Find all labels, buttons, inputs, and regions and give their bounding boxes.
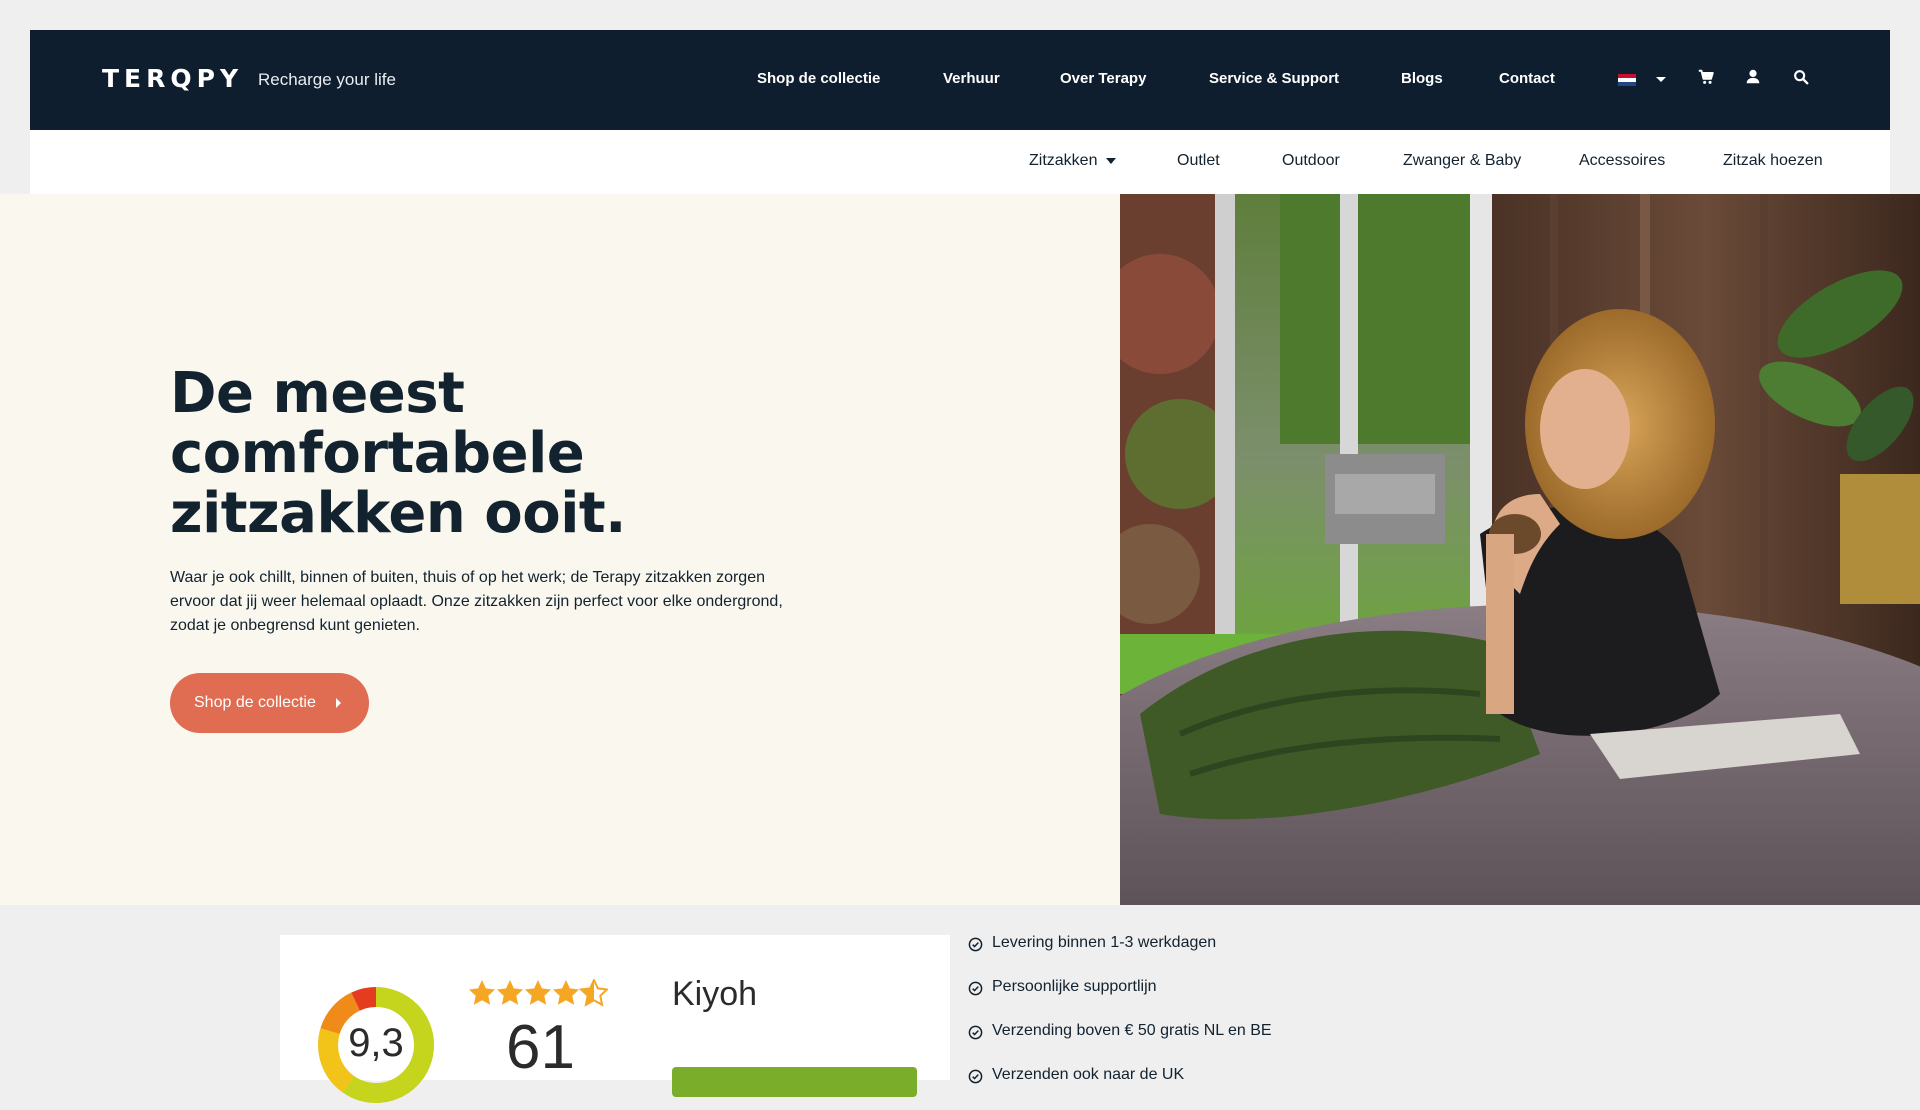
star-icon <box>497 980 523 1005</box>
arrow-right-icon <box>335 698 341 708</box>
check-circle-icon <box>968 1069 983 1084</box>
star-rating <box>469 979 608 1007</box>
usp-text: Levering binnen 1-3 werkdagen <box>992 934 1217 951</box>
subnav-zitzakken[interactable]: Zitzakken <box>1029 152 1117 170</box>
usp-item: Persoonlijke supportlijn <box>968 978 1272 1022</box>
usp-item: Verzenden ook naar de UK <box>968 1066 1272 1110</box>
subnav-accessoires[interactable]: Accessoires <box>1579 152 1665 170</box>
check-circle-icon <box>968 937 983 952</box>
review-action-button[interactable] <box>672 1067 917 1097</box>
chevron-down-icon <box>1106 157 1117 164</box>
check-circle-icon <box>968 1025 983 1040</box>
shop-collection-button[interactable]: Shop de collectie <box>170 673 369 733</box>
language-dropdown-caret-icon[interactable] <box>1656 77 1666 82</box>
search-icon[interactable] <box>1792 68 1810 86</box>
subnav-zwanger-baby[interactable]: Zwanger & Baby <box>1403 152 1521 170</box>
rating-score: 9,3 <box>348 1021 404 1065</box>
hero-description: Waar je ook chillt, binnen of buiten, th… <box>170 569 783 634</box>
half-star-icon <box>578 979 608 1007</box>
subnav-outdoor[interactable]: Outdoor <box>1282 152 1340 170</box>
usp-item: Verzending boven € 50 gratis NL en BE <box>968 1022 1272 1066</box>
language-flag-nl-icon[interactable] <box>1618 74 1636 86</box>
usp-text: Verzenden ook naar de UK <box>992 1066 1185 1083</box>
top-navigation-bar: TERQPY Recharge your life Shop de collec… <box>30 30 1890 130</box>
review-provider-name: Kiyoh <box>672 975 758 1013</box>
hero-title: De meest comfortabele zitzakken ooit. <box>170 361 626 546</box>
nav-verhuur[interactable]: Verhuur <box>943 70 1000 87</box>
nav-contact[interactable]: Contact <box>1499 70 1555 87</box>
kiyoh-review-widget[interactable]: 9,3 61 Kiyoh <box>280 935 950 1103</box>
category-menu: Zitzakken Outlet Outdoor Zwanger & Baby … <box>30 130 1890 194</box>
subnav-zitzak-hoezen[interactable]: Zitzak hoezen <box>1723 152 1823 170</box>
nav-service-support[interactable]: Service & Support <box>1209 70 1339 87</box>
subnav-zitzakken-label: Zitzakken <box>1029 152 1098 169</box>
nav-blogs[interactable]: Blogs <box>1401 70 1443 87</box>
shop-collection-button-label: Shop de collectie <box>194 694 316 711</box>
star-icon <box>469 980 495 1005</box>
hero-section: De meest comfortabele zitzakken ooit. Wa… <box>0 194 1120 905</box>
usp-item: Levering binnen 1-3 werkdagen <box>968 934 1272 978</box>
nav-shop-de-collectie[interactable]: Shop de collectie <box>757 70 880 87</box>
subnav-outlet[interactable]: Outlet <box>1177 152 1220 170</box>
account-icon[interactable] <box>1744 68 1762 86</box>
main-menu: Shop de collectie Verhuur Over Terapy Se… <box>30 70 1890 90</box>
usp-list: Levering binnen 1-3 werkdagen Persoonlij… <box>968 934 1272 1110</box>
nav-over-terapy[interactable]: Over Terapy <box>1060 70 1146 87</box>
star-icon <box>553 980 579 1005</box>
star-icon <box>525 980 551 1005</box>
cart-icon[interactable] <box>1697 68 1715 86</box>
hero-image-illustration <box>1120 194 1920 905</box>
hero-photo-woman-on-beanbag <box>1120 194 1920 905</box>
review-count: 61 <box>506 1013 575 1082</box>
usp-text: Verzending boven € 50 gratis NL en BE <box>992 1022 1272 1039</box>
check-circle-icon <box>968 981 983 996</box>
usp-text: Persoonlijke supportlijn <box>992 978 1157 995</box>
